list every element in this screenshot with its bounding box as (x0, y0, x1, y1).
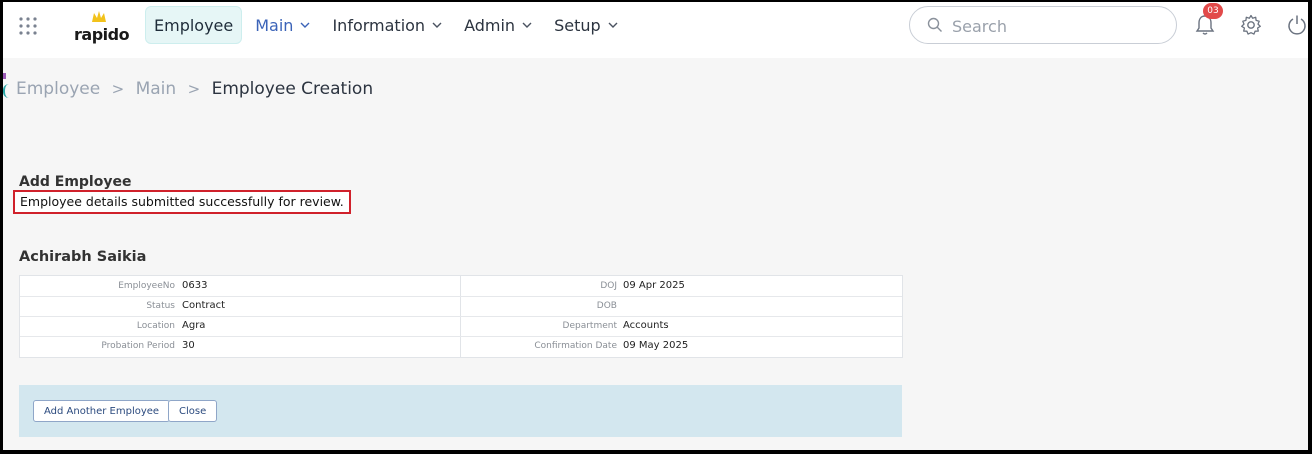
detail-value: 0633 (182, 280, 208, 291)
detail-value: Agra (182, 320, 206, 331)
breadcrumb-separator: > (187, 80, 201, 98)
detail-label: DOB (596, 301, 617, 311)
breadcrumb-main[interactable]: Main (136, 79, 177, 99)
nav-employee[interactable]: Employee (145, 6, 243, 44)
notification-badge: 03 (1203, 3, 1223, 19)
nav-setup[interactable]: Setup (545, 7, 627, 43)
top-bar: rapido Employee Main Information Admin S… (3, 2, 1308, 58)
detail-label: EmployeeNo (118, 281, 175, 291)
search-icon (927, 17, 942, 32)
employee-details-table: EmployeeNo 0633 DOJ 09 Apr 2025 Status C… (19, 275, 903, 358)
search-input[interactable] (950, 13, 1164, 39)
power-icon[interactable] (1287, 14, 1307, 36)
chevron-down-icon (608, 22, 618, 28)
rapido-logo[interactable]: rapido (71, 10, 131, 44)
detail-label: Department (562, 321, 617, 331)
detail-label: DOJ (600, 281, 617, 291)
chevron-down-icon (300, 22, 310, 28)
nav-setup-label: Setup (554, 15, 601, 35)
logo-text: rapido (74, 25, 130, 44)
app-window: rapido Employee Main Information Admin S… (3, 2, 1308, 450)
detail-value: 09 Apr 2025 (623, 280, 685, 291)
add-another-employee-button[interactable]: Add Another Employee (33, 400, 171, 422)
detail-row: Probation Period 30 Confirmation Date 09… (20, 336, 902, 356)
detail-label: Status (146, 301, 175, 311)
detail-value: Contract (182, 300, 226, 311)
breadcrumb-current: Employee Creation (211, 79, 374, 99)
detail-row: Status Contract DOB (20, 296, 902, 317)
nav-information[interactable]: Information (323, 7, 451, 43)
detail-label: Confirmation Date (534, 341, 617, 351)
detail-label: Location (136, 321, 175, 331)
detail-row: EmployeeNo 0633 DOJ 09 Apr 2025 (20, 276, 902, 297)
sidebar-accent (3, 73, 6, 79)
breadcrumb-separator: > (111, 80, 125, 98)
employee-name: Achirabh Saikia (19, 249, 147, 265)
section-title: Add Employee (19, 174, 132, 190)
chevron-down-icon (432, 22, 442, 28)
detail-value: 30 (182, 340, 195, 351)
success-message: Employee details submitted successfully … (13, 190, 351, 214)
action-bar: Add Another Employee Close (19, 385, 902, 437)
close-button[interactable]: Close (168, 400, 218, 422)
breadcrumb: Employee > Main > Employee Creation (16, 79, 373, 99)
nav-information-label: Information (332, 15, 426, 35)
detail-label: Probation Period (101, 341, 175, 351)
breadcrumb-employee[interactable]: Employee (16, 79, 100, 99)
crown-icon (92, 11, 106, 22)
nav-admin-label: Admin (464, 15, 516, 35)
nav-admin[interactable]: Admin (455, 7, 541, 43)
main-nav: Employee Main Information Admin Setup (145, 6, 631, 44)
detail-value: Accounts (623, 320, 669, 331)
chevron-down-icon (522, 22, 532, 28)
nav-employee-label: Employee (154, 15, 234, 35)
sidebar-toggle[interactable] (3, 84, 9, 98)
detail-value: 09 May 2025 (623, 340, 689, 351)
gear-icon[interactable] (1240, 14, 1262, 36)
detail-row: Location Agra Department Accounts (20, 316, 902, 337)
apps-grid-icon[interactable] (17, 15, 39, 37)
nav-main[interactable]: Main (246, 7, 319, 43)
search-box[interactable] (909, 6, 1177, 44)
nav-main-label: Main (255, 15, 294, 35)
